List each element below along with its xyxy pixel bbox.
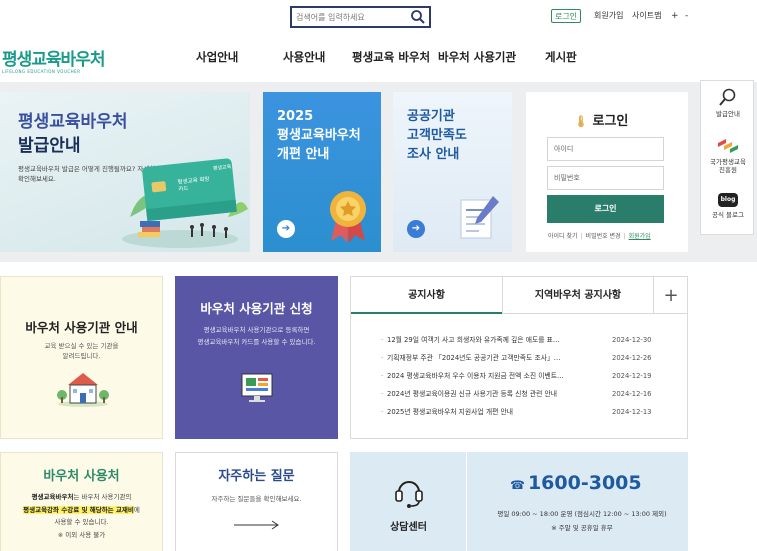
banner-satisfaction-survey[interactable]: 공공기관 고객만족도 조사 안내 ➔	[393, 92, 512, 252]
call-center-title: 상담센터	[390, 522, 427, 533]
banner-2025-arrow-button[interactable]: ➔	[277, 220, 295, 238]
find-id-link[interactable]: 아이디 찾기	[548, 231, 578, 240]
school-building-icon	[57, 373, 109, 407]
banner-2025-title: 2025 평생교육바우처 개편 안내	[277, 109, 361, 162]
font-increase-button[interactable]: +	[671, 9, 679, 23]
logo-text: 평생교육바우처	[2, 50, 105, 70]
nav-voucher[interactable]: 평생교육 바우처	[352, 49, 430, 65]
voucher-org-guide-box[interactable]: 바우처 사용기관 안내 교육 받으실 수 있는 기관을 알려드립니다.	[0, 276, 163, 439]
phone-icon: ☎	[510, 478, 525, 492]
voucher-org-title: 바우처 사용기관 안내	[25, 320, 138, 335]
login-panel: 🌡 로그인 로그인 아이디 찾기|비밀번호 변경|회원가입	[526, 92, 688, 252]
call-center-phone[interactable]: ☎ 1600-3005	[510, 472, 642, 494]
quick-menu: 발급안내 국가평생교육 진흥원 blog 공식 블로그	[700, 80, 754, 235]
quick-blog[interactable]: blog 공식 블로그	[701, 193, 755, 219]
search-input[interactable]	[296, 8, 408, 26]
voucher-org-desc: 교육 받으실 수 있는 기관을 알려드립니다.	[44, 342, 119, 360]
faq-box[interactable]: 자주하는 질문 자주하는 질문들을 확인해보세요.	[175, 452, 338, 551]
survey-paper-icon	[460, 196, 499, 239]
banner-survey-title: 공공기관 고객만족도 조사 안내	[407, 109, 467, 162]
notice-item[interactable]: · 2024년 평생교육이용권 신규 사용기관 등록 신청 관련 안내 2024-1…	[381, 385, 681, 403]
apply-desc: 평생교육바우처 사용기관으로 등록하면 평생교육바우처 카드를 사용할 수 있습…	[197, 326, 316, 346]
id-input[interactable]	[547, 137, 664, 161]
call-center-box: 상담센터 ☎ 1600-3005 평일 09:00 ~ 18:00 운영 (점심시…	[350, 452, 688, 551]
tab-notice[interactable]: 공지사항	[351, 277, 502, 314]
faq-desc: 자주하는 질문들을 확인해보세요.	[211, 495, 302, 503]
search-icon[interactable]	[410, 9, 426, 25]
notice-item[interactable]: · 2024 평생교육바우처 우수 이용자 지원금 전액 소진 이벤트… 2024-…	[381, 367, 681, 385]
top-login-button[interactable]: 로그인	[551, 9, 581, 23]
voucher-org-apply-box[interactable]: 바우처 사용기관 신청 평생교육바우처 사용기관으로 등록하면 평생교육바우처 …	[175, 276, 338, 439]
notice-more-button[interactable]: +	[653, 277, 688, 314]
blog-icon: blog	[718, 193, 738, 207]
login-submit-button[interactable]: 로그인	[547, 195, 664, 223]
call-center-left: 상담센터	[350, 452, 467, 551]
notice-list: · 12월 29일 여객기 사고 희생자와 유가족께 깊은 애도를 표… 2024-…	[381, 331, 681, 421]
top-utility-bar: 로그인 회원가입 사이트맵 + -	[0, 0, 757, 32]
magnifier-icon	[719, 88, 736, 106]
login-title: 🌡 로그인	[574, 114, 629, 129]
usage-desc: 평생교육바우처는 바우처 사용기관의 평생교육강좌 수강료 및 해당하는 교재비…	[23, 493, 140, 539]
notice-panel: 공지사항 지역바우처 공지사항 + · 12월 29일 여객기 사고 희생자와 유…	[350, 276, 688, 439]
nav-business[interactable]: 사업안내	[196, 49, 238, 65]
monitor-icon	[241, 373, 273, 402]
notice-item[interactable]: · 2025년 평생교육바우처 지원사업 개편 안내 2024-12-13	[381, 403, 681, 421]
hero-banner-issue[interactable]: 평생교육바우처 발급안내 평생교육바우처 발급은 어떻게 진행될까요? 자세한 …	[0, 92, 250, 252]
main-nav: 평생교육바우처 LIFELONG EDUCATION VOUCHER 사업안내 …	[0, 32, 757, 82]
headset-icon	[395, 481, 423, 508]
panel-join-link[interactable]: 회원가입	[629, 231, 651, 240]
nav-voucher-org[interactable]: 바우처 사용기관	[438, 49, 516, 65]
tab-regional-notice[interactable]: 지역바우처 공지사항	[502, 277, 653, 314]
notice-item[interactable]: · 12월 29일 여객기 사고 희생자와 유가족께 깊은 애도를 표… 2024-…	[381, 331, 681, 349]
quick-nile[interactable]: 국가평생교육 진흥원	[701, 137, 755, 174]
login-links: 아이디 찾기 | 비밀번호 변경 | 회원가입	[548, 231, 651, 240]
password-input[interactable]	[547, 166, 664, 190]
apply-title: 바우처 사용기관 신청	[200, 301, 313, 316]
search-box	[290, 6, 431, 28]
faq-title: 자주하는 질문	[218, 469, 295, 484]
nav-board[interactable]: 게시판	[545, 49, 577, 65]
top-join-link[interactable]: 회원가입	[594, 9, 623, 23]
voucher-usage-box[interactable]: 바우처 사용처 평생교육바우처는 바우처 사용기관의 평생교육강좌 수강료 및 …	[0, 452, 163, 551]
medal-icon	[330, 191, 366, 243]
nile-logo-icon	[718, 139, 738, 153]
change-password-link[interactable]: 비밀번호 변경	[586, 231, 621, 240]
notice-item[interactable]: · 기획재정부 주관 「2024년도 공공기관 고객만족도 조사」… 2024-12…	[381, 349, 681, 367]
banner-2025-reform[interactable]: 2025 평생교육바우처 개편 안내 ➔	[263, 92, 381, 252]
font-decrease-button[interactable]: -	[685, 9, 688, 23]
banner-survey-arrow-button[interactable]: ➔	[407, 220, 425, 238]
site-logo[interactable]: 평생교육바우처 LIFELONG EDUCATION VOUCHER	[2, 45, 105, 74]
sitemap-link[interactable]: 사이트맵	[632, 9, 661, 23]
call-center-hours: 평일 09:00 ~ 18:00 운영 (점심시간 12:00 ~ 13:00 …	[497, 510, 667, 532]
nav-usage[interactable]: 사용안내	[283, 49, 325, 65]
lock-icon: 🌡	[574, 115, 588, 128]
quick-issue-guide[interactable]: 발급안내	[701, 87, 755, 118]
arrow-right-icon	[234, 520, 279, 530]
usage-title: 바우처 사용처	[43, 469, 120, 484]
